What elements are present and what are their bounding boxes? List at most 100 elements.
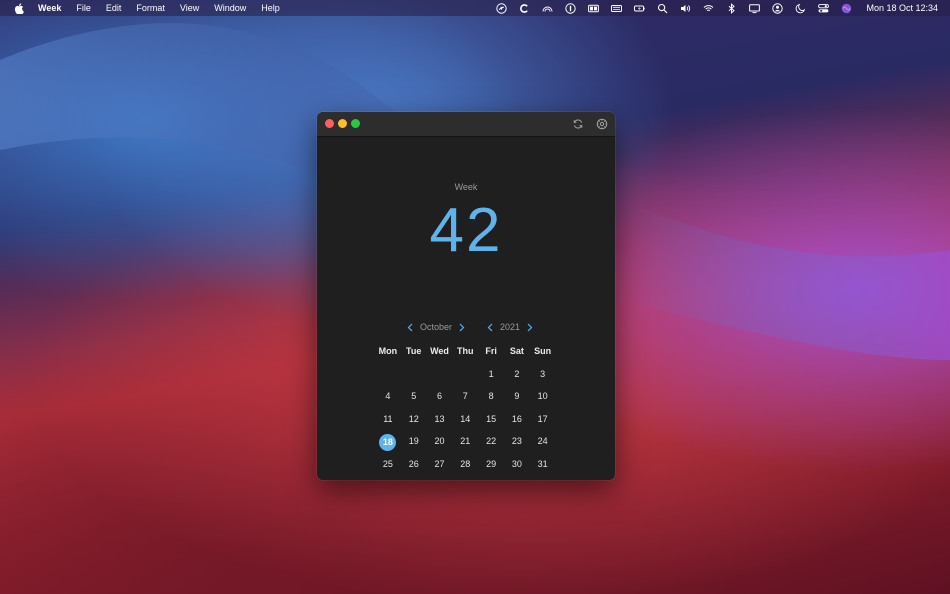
day-cell[interactable]: 15: [478, 408, 504, 431]
search-icon[interactable]: [657, 3, 668, 14]
menu-file[interactable]: File: [76, 3, 91, 13]
day-number: 4: [385, 391, 391, 402]
weekday-header: Mon: [378, 346, 398, 356]
day-cell[interactable]: 5: [401, 385, 427, 408]
day-number: 16: [511, 413, 522, 424]
next-month-button[interactable]: [457, 321, 467, 333]
day-number: 7: [462, 391, 468, 402]
minimize-button[interactable]: [338, 119, 347, 128]
year-navigator: 2021: [485, 320, 535, 334]
day-number: 27: [434, 458, 445, 469]
day-cell[interactable]: 4: [375, 385, 401, 408]
moon-icon[interactable]: [795, 3, 806, 14]
day-number: 21: [460, 436, 471, 447]
day-number: 3: [540, 368, 546, 379]
day-cell[interactable]: 26: [401, 453, 427, 476]
weekday-header: Fri: [485, 346, 497, 356]
menu-edit[interactable]: Edit: [106, 3, 122, 13]
day-cell[interactable]: 21: [452, 430, 478, 453]
zoom-button[interactable]: [351, 119, 360, 128]
siri-icon[interactable]: [841, 3, 852, 14]
next-year-button[interactable]: [525, 321, 535, 333]
day-cell[interactable]: 3: [530, 363, 556, 386]
day-cell[interactable]: 6: [427, 385, 453, 408]
day-number: 19: [408, 436, 419, 447]
day-number: 10: [537, 391, 548, 402]
menu-app-name[interactable]: Week: [38, 3, 61, 13]
day-cell[interactable]: 29: [478, 453, 504, 476]
weekday-header: Wed: [430, 346, 449, 356]
menu-view[interactable]: View: [180, 3, 199, 13]
day-cell[interactable]: 28: [452, 453, 478, 476]
day-number: 20: [434, 436, 445, 447]
volume-icon[interactable]: [680, 3, 691, 14]
day-cell[interactable]: 13: [427, 408, 453, 431]
day-cell[interactable]: 30: [504, 453, 530, 476]
day-cell[interactable]: 22: [478, 430, 504, 453]
day-number: 2: [514, 368, 520, 379]
day-number: 31: [537, 458, 548, 469]
day-number: 26: [408, 458, 419, 469]
day-cell[interactable]: 9: [504, 385, 530, 408]
window-icon[interactable]: [588, 3, 600, 14]
day-cell[interactable]: 27: [427, 453, 453, 476]
day-number: 29: [486, 458, 497, 469]
weekday-header: Sat: [509, 346, 524, 356]
day-cell[interactable]: 25: [375, 453, 401, 476]
previous-year-button[interactable]: [485, 321, 495, 333]
day-cell[interactable]: 2: [504, 363, 530, 386]
empty-day-cell: [427, 363, 453, 386]
keyboard-icon[interactable]: [611, 3, 623, 14]
apple-icon[interactable]: [14, 2, 24, 14]
day-cell[interactable]: 12: [401, 408, 427, 431]
calendar-grid: Mon Tue Wed Thu Fri Sat Sun 1 2 3 4 5 6 7 8 9 10 11 12 13 14…: [375, 340, 556, 476]
bluetooth-icon[interactable]: [726, 2, 737, 14]
today-day-cell[interactable]: 18: [375, 430, 401, 453]
month-navigator: October: [405, 320, 467, 334]
display-icon[interactable]: [749, 3, 761, 14]
month-label: October: [420, 322, 453, 332]
control-center-icon[interactable]: [818, 3, 830, 14]
one-password-icon[interactable]: [565, 2, 577, 14]
day-cell[interactable]: 7: [452, 385, 478, 408]
day-cell[interactable]: 24: [530, 430, 556, 453]
day-number: 12: [408, 413, 419, 424]
day-number: 30: [511, 458, 522, 469]
refresh-icon[interactable]: [572, 118, 584, 130]
close-button[interactable]: [325, 119, 334, 128]
previous-month-button[interactable]: [405, 321, 415, 333]
battery-icon[interactable]: [634, 3, 646, 14]
day-number: 1: [488, 368, 494, 379]
day-cell[interactable]: 19: [401, 430, 427, 453]
day-cell[interactable]: 17: [530, 408, 556, 431]
day-cell[interactable]: 20: [427, 430, 453, 453]
menubar-clock[interactable]: Mon 18 Oct 12:34: [866, 3, 938, 13]
day-cell[interactable]: 16: [504, 408, 530, 431]
empty-day-cell: [401, 363, 427, 386]
day-cell[interactable]: 1: [478, 363, 504, 386]
day-number: 24: [537, 436, 548, 447]
day-number: 15: [486, 413, 497, 424]
rainbow-icon[interactable]: [542, 3, 553, 14]
day-number: 25: [382, 458, 393, 469]
wifi-icon[interactable]: [703, 3, 714, 14]
menu-window[interactable]: Window: [214, 3, 246, 13]
day-cell[interactable]: 11: [375, 408, 401, 431]
day-cell[interactable]: 31: [530, 453, 556, 476]
day-cell[interactable]: 10: [530, 385, 556, 408]
day-cell[interactable]: 23: [504, 430, 530, 453]
weekday-header: Tue: [406, 346, 422, 356]
day-cell[interactable]: 14: [452, 408, 478, 431]
day-number: 11: [383, 413, 393, 424]
chevron-right-icon: [527, 323, 533, 331]
scribble-icon[interactable]: [496, 2, 508, 14]
day-cell[interactable]: 8: [478, 385, 504, 408]
settings-icon[interactable]: [596, 118, 608, 130]
menu-format[interactable]: Format: [136, 3, 165, 13]
window-titlebar[interactable]: [317, 112, 615, 137]
user-icon[interactable]: [772, 2, 784, 14]
chevron-left-icon: [407, 323, 413, 331]
week-number: 42: [429, 196, 503, 265]
c-icon[interactable]: [519, 3, 530, 14]
menu-help[interactable]: Help: [261, 3, 280, 13]
